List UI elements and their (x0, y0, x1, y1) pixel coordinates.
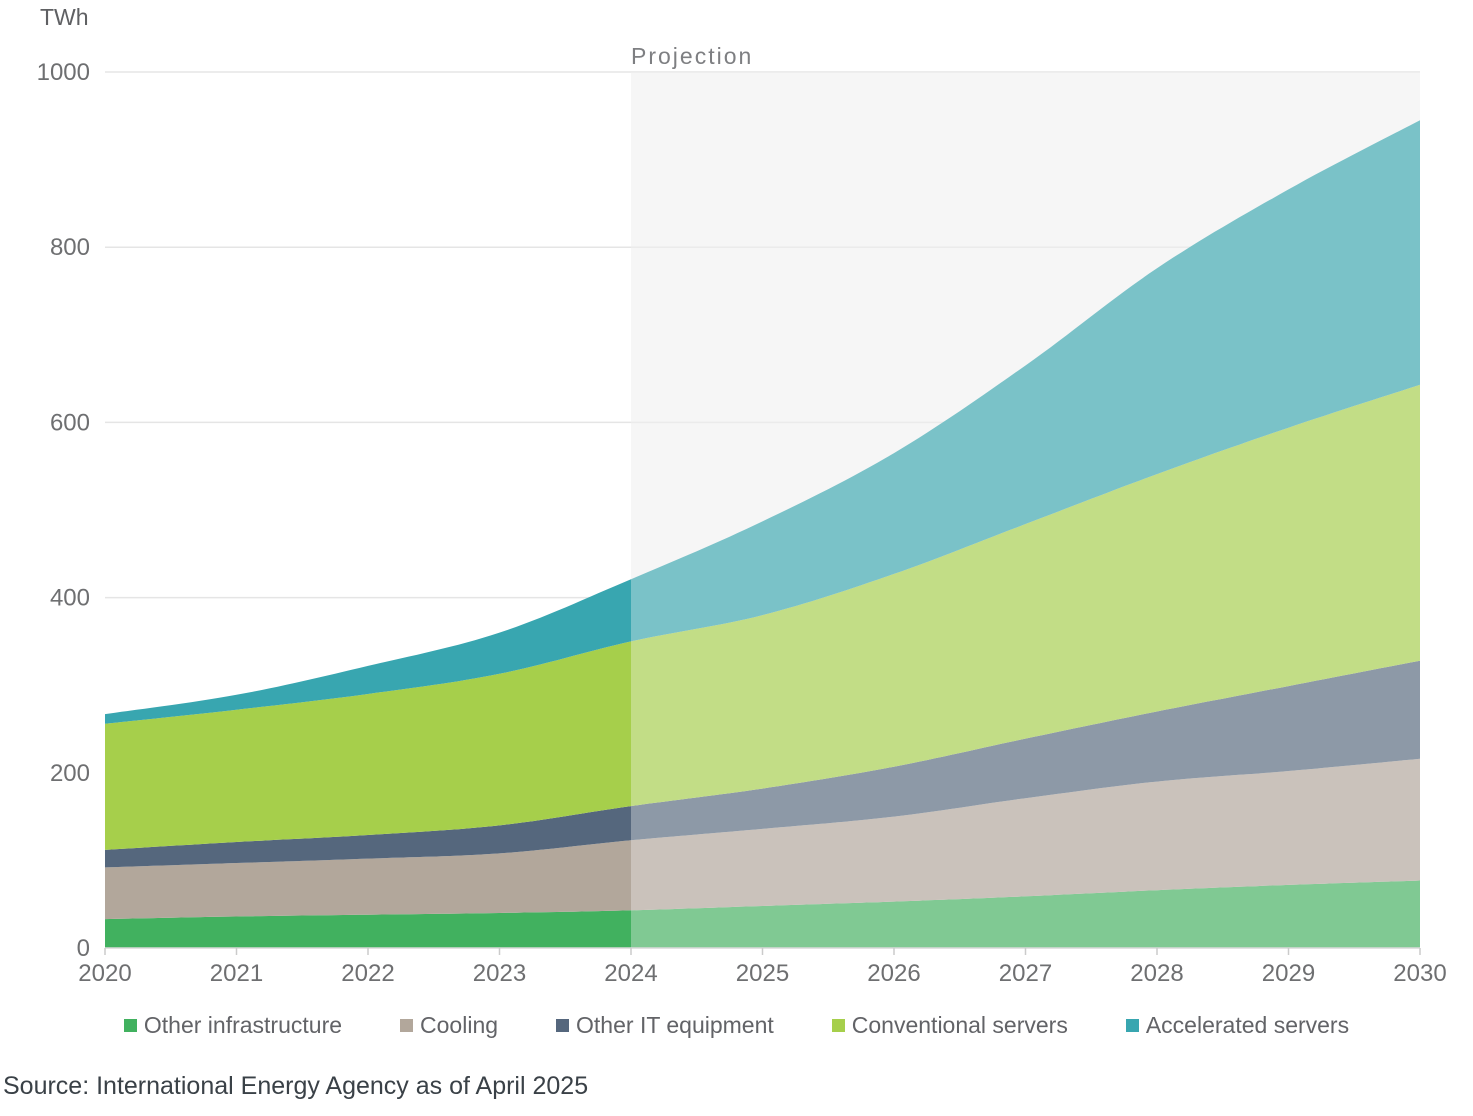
x-axis-tick-label: 2023 (473, 960, 526, 987)
y-axis-tick-label: 200 (50, 760, 90, 787)
y-axis-tick-label: 600 (50, 409, 90, 436)
x-axis-tick-label: 2029 (1262, 960, 1315, 987)
x-axis-tick-label: 2022 (341, 960, 394, 987)
legend-item-cooling: Cooling (400, 1012, 498, 1039)
legend-item-label: Other IT equipment (576, 1012, 774, 1039)
chart-figure: 0 200 400 600 800 1000 2020 2021 2022 2023 2024 202… (0, 0, 1473, 1116)
legend: Other infrastructure Cooling Other IT equi… (0, 1012, 1473, 1039)
x-axis-tick-label: 2021 (210, 960, 263, 987)
x-axis-tick-label: 2020 (78, 960, 131, 987)
chart-svg: 0 200 400 600 800 1000 2020 2021 2022 2023 2024 202… (0, 0, 1473, 1000)
projection-overlay (631, 72, 1420, 948)
legend-swatch (124, 1019, 137, 1032)
legend-item-other-infrastructure: Other infrastructure (124, 1012, 342, 1039)
y-axis-tick-label: 800 (50, 234, 90, 261)
x-axis-tick-label: 2027 (999, 960, 1052, 987)
legend-swatch (556, 1019, 569, 1032)
y-axis-tick-label: 1000 (37, 59, 90, 86)
legend-item-other-it-equipment: Other IT equipment (556, 1012, 774, 1039)
legend-item-label: Accelerated servers (1146, 1012, 1349, 1039)
legend-item-label: Conventional servers (852, 1012, 1068, 1039)
legend-item-accelerated-servers: Accelerated servers (1126, 1012, 1349, 1039)
stacked-area-chart: 0 200 400 600 800 1000 2020 2021 2022 2023 2024 202… (0, 0, 1473, 1000)
legend-swatch (1126, 1019, 1139, 1032)
y-axis-unit-label: TWh (40, 4, 89, 31)
y-axis-tick-label: 400 (50, 585, 90, 612)
legend-swatch (832, 1019, 845, 1032)
x-axis-tick-label: 2025 (736, 960, 789, 987)
x-axis-tick-label: 2024 (604, 960, 657, 987)
legend-item-label: Cooling (420, 1012, 498, 1039)
legend-swatch (400, 1019, 413, 1032)
legend-item-label: Other infrastructure (144, 1012, 342, 1039)
y-axis-tick-label: 0 (77, 935, 90, 962)
projection-label: Projection (631, 43, 753, 70)
x-axis-tick-label: 2030 (1393, 960, 1446, 987)
legend-item-conventional-servers: Conventional servers (832, 1012, 1068, 1039)
source-text: Source: International Energy Agency as o… (3, 1072, 588, 1101)
x-axis-tick-label: 2026 (867, 960, 920, 987)
x-axis-tick-label: 2028 (1130, 960, 1183, 987)
